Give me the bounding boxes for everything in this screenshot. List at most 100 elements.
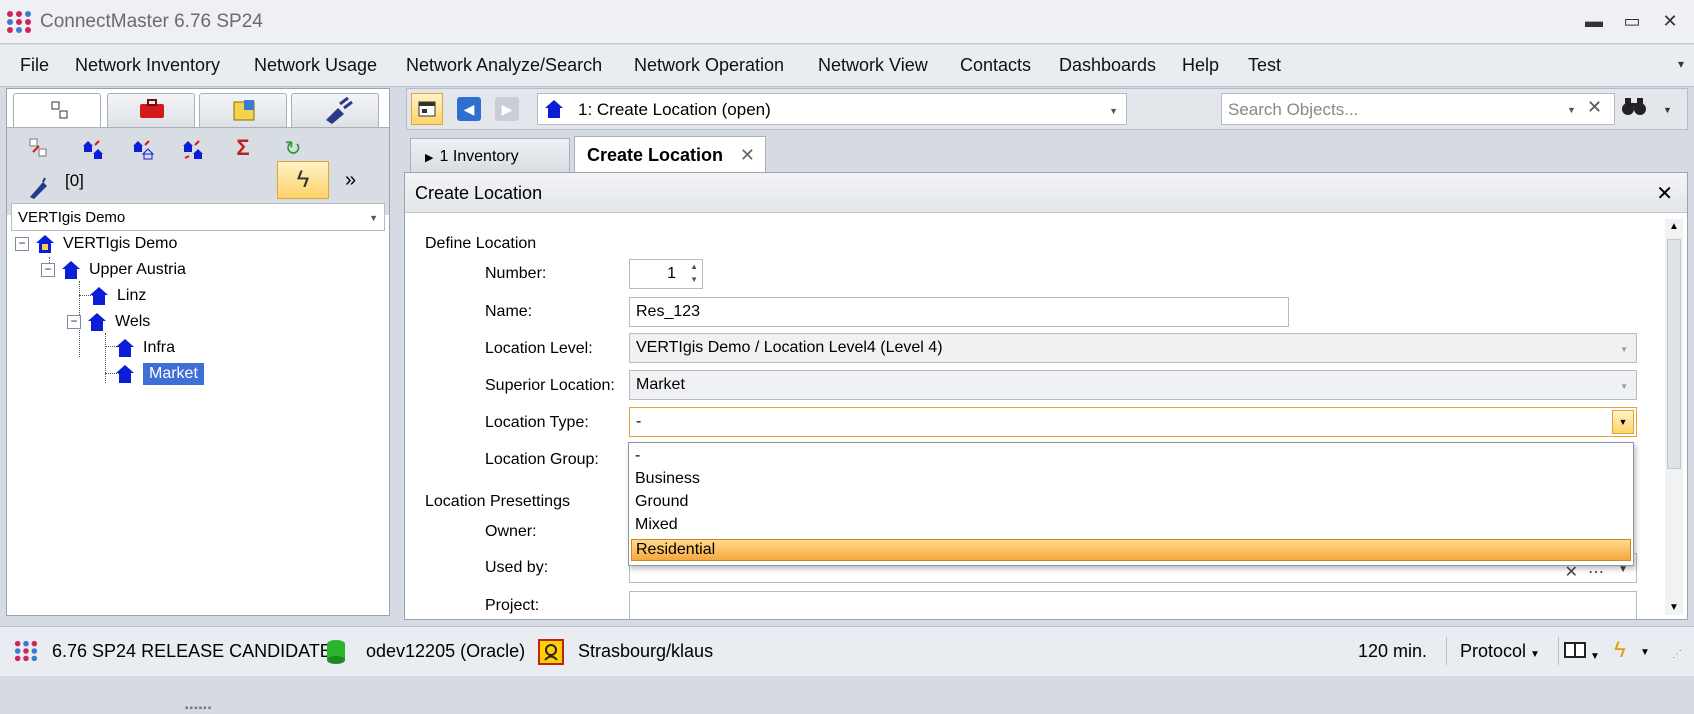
tab-documents[interactable]	[199, 93, 287, 127]
house-icon	[88, 313, 106, 331]
project-label: Project:	[485, 597, 540, 614]
house-icon	[116, 365, 134, 383]
tab-connect[interactable]	[291, 93, 379, 127]
tree-item[interactable]: − Wels	[67, 309, 150, 335]
database-status: odev12205 (Oracle)	[366, 641, 526, 661]
collapse-icon[interactable]: −	[15, 237, 29, 251]
collapse-icon[interactable]: −	[41, 263, 55, 277]
tree-item[interactable]: Linz	[89, 283, 146, 309]
tab-create-location[interactable]: Create Location ✕	[574, 136, 766, 172]
menu-dashboards[interactable]: Dashboards	[1059, 55, 1156, 76]
minimize-button[interactable]: ▬	[1580, 9, 1608, 33]
maximize-button[interactable]: ▭	[1618, 9, 1646, 33]
tree-item-label: Wels	[115, 313, 151, 330]
stepper-arrows-icon[interactable]: ▲ ▼	[690, 260, 698, 286]
tree-item[interactable]: − VERTIgis Demo	[15, 231, 177, 257]
binoculars-icon[interactable]	[1621, 95, 1647, 123]
tree-item[interactable]: Infra	[115, 335, 175, 361]
scroll-down-icon[interactable]: ▼	[1669, 602, 1679, 613]
location-level-select[interactable]: VERTIgis Demo / Location Level4 (Level 4…	[629, 333, 1637, 363]
status-bar: 6.76 SP24 RELEASE CANDIDATE odev12205 (O…	[0, 626, 1694, 676]
version-status: 6.76 SP24 RELEASE CANDIDATE	[52, 641, 332, 661]
back-button[interactable]: ◀	[457, 97, 481, 121]
scrollbar-thumb[interactable]	[1667, 239, 1681, 469]
tab-hierarchy[interactable]	[13, 93, 101, 129]
dropdown-toggle-icon[interactable]: ▼	[1612, 410, 1634, 434]
close-tab-icon[interactable]: ✕	[740, 145, 755, 166]
name-field[interactable]: Res_123	[629, 297, 1289, 327]
section-location-presettings: Location Presettings	[425, 493, 570, 510]
history-select[interactable]: 1: Create Location (open) ▼	[537, 93, 1127, 125]
number-stepper[interactable]: 1 ▲ ▼	[629, 259, 703, 289]
hierarchy-select-icon[interactable]	[25, 134, 53, 162]
dropdown-option[interactable]: Ground	[635, 493, 688, 511]
dropdown-option[interactable]: Business	[635, 470, 700, 488]
app-logo-icon	[14, 640, 38, 662]
sum-icon[interactable]: Σ	[229, 134, 257, 162]
user-icon	[538, 639, 564, 665]
search-input[interactable]: Search Objects...	[1221, 93, 1615, 125]
chevron-down-icon: ▼	[1620, 382, 1628, 391]
location-level-value: VERTIgis Demo / Location Level4 (Level 4…	[636, 339, 943, 356]
menu-help[interactable]: Help	[1182, 55, 1219, 76]
tab-inventory[interactable]: ▶ 1 Inventory	[410, 138, 570, 172]
chevron-down-icon: ▼	[1620, 345, 1628, 354]
move-down-icon[interactable]	[129, 134, 157, 162]
project-field[interactable]	[629, 591, 1637, 619]
quick-action-button[interactable]: ϟ	[277, 161, 329, 199]
history-value: 1: Create Location (open)	[578, 100, 771, 119]
scroll-up-icon[interactable]: ▲	[1669, 221, 1679, 232]
move-branch-icon[interactable]	[179, 134, 207, 162]
lightning-icon[interactable]: ϟ	[1614, 637, 1626, 663]
house-icon	[62, 261, 80, 279]
documents-icon	[233, 100, 255, 121]
menu-file[interactable]: File	[20, 55, 49, 76]
window-list-icon	[418, 101, 436, 117]
superior-location-select[interactable]: Market ▼	[629, 370, 1637, 400]
menu-network-view[interactable]: Network View	[818, 55, 928, 76]
collapse-icon[interactable]: −	[67, 315, 81, 329]
dialog-header: Create Location ✕	[405, 173, 1687, 213]
scope-select[interactable]: VERTIgis Demo ▼	[11, 203, 385, 231]
dialog-title: Create Location	[415, 183, 543, 203]
splitter-grip[interactable]: ▪▪▪▪▪▪	[185, 703, 212, 714]
close-icon[interactable]: ✕	[1656, 181, 1673, 206]
move-up-icon[interactable]	[79, 134, 107, 162]
protocol-label: Protocol	[1460, 641, 1527, 661]
refresh-icon[interactable]: ↻	[279, 134, 307, 162]
tab-toolbox[interactable]	[107, 93, 195, 127]
dropdown-option[interactable]: -	[635, 447, 640, 465]
dropdown-option-highlighted[interactable]: Residential	[631, 539, 1631, 561]
menu-contacts[interactable]: Contacts	[960, 55, 1031, 76]
menu-network-inventory[interactable]: Network Inventory	[75, 55, 220, 76]
menu-network-analyze-search[interactable]: Network Analyze/Search	[406, 55, 602, 76]
window-list-button[interactable]	[411, 93, 443, 125]
chevron-down-icon[interactable]: ▼	[1640, 647, 1650, 658]
database-icon	[327, 640, 345, 664]
menu-test[interactable]: Test	[1248, 55, 1281, 76]
superior-location-value: Market	[636, 376, 685, 393]
close-window-button[interactable]: ✕	[1656, 9, 1684, 33]
menu-network-operation[interactable]: Network Operation	[634, 55, 784, 76]
chevron-down-icon[interactable]: ▼	[1567, 105, 1576, 115]
pen-icon[interactable]	[25, 174, 53, 202]
menu-network-usage[interactable]: Network Usage	[254, 55, 377, 76]
vertical-scrollbar[interactable]: ▲ ▼	[1665, 219, 1683, 615]
location-type-select[interactable]: - ▼	[629, 407, 1637, 437]
tree-item[interactable]: − Upper Austria	[41, 257, 186, 283]
clear-search-icon[interactable]: ✕	[1587, 97, 1602, 118]
tree-item-label: VERTIgis Demo	[63, 235, 178, 252]
chevron-down-icon: ▼	[1530, 649, 1540, 660]
navigation-toolbar: ◀ ▶ 1: Create Location (open) ▼ Search O…	[406, 88, 1688, 130]
layout-menu[interactable]: ▼	[1564, 641, 1600, 664]
protocol-menu[interactable]: Protocol ▼	[1460, 641, 1540, 662]
chevron-down-icon[interactable]: ▼	[1663, 105, 1672, 115]
dropdown-option[interactable]: Mixed	[635, 516, 678, 534]
location-type-value: -	[636, 413, 642, 430]
menu-overflow-icon[interactable]: ▾	[1678, 57, 1684, 71]
more-tools-button[interactable]: »	[345, 169, 356, 192]
tree-item-selected[interactable]: Market	[115, 361, 204, 387]
resize-grip-icon[interactable]: ⋰	[1672, 649, 1682, 660]
plug-icon	[326, 96, 353, 124]
forward-button[interactable]: ▶	[495, 97, 519, 121]
